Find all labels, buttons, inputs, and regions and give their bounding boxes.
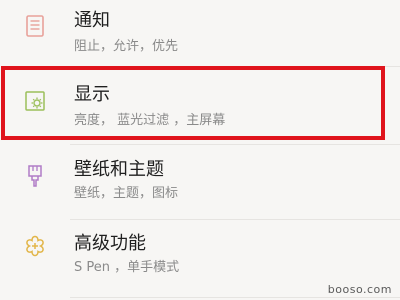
settings-item-title: 高级功能 [74,233,146,254]
advanced-features-icon [22,233,48,259]
settings-item-title: 壁纸和主题 [74,159,164,180]
divider [70,144,400,145]
settings-item-display[interactable]: 显示 亮度， 蓝光过滤 ，主屏幕 [0,65,400,140]
settings-item-title: 通知 [74,10,110,31]
settings-item-subtitle: 亮度， 蓝光过滤 ，主屏幕 [74,113,226,128]
notification-icon [22,13,48,39]
settings-item-subtitle: S Pen ，单手模式 [74,260,180,275]
display-icon [22,88,48,114]
divider [70,297,400,298]
brush-icon [22,163,48,189]
settings-item-subtitle: 阻止，允许，优先 [74,39,179,54]
settings-item-wallpapers-themes[interactable]: 壁纸和主题 壁纸，主题，图标 [0,145,400,220]
settings-list: 通知 阻止，允许，优先 显示 亮度， 蓝光过滤 ，主屏幕 壁纸和主题 壁纸，主题… [0,0,400,300]
settings-item-notifications[interactable]: 通知 阻止，允许，优先 [0,0,400,65]
settings-item-subtitle: 壁纸，主题，图标 [74,186,179,201]
divider [70,66,400,67]
settings-item-title: 显示 [74,84,110,105]
watermark: booso.com [327,283,392,296]
divider [70,219,400,220]
